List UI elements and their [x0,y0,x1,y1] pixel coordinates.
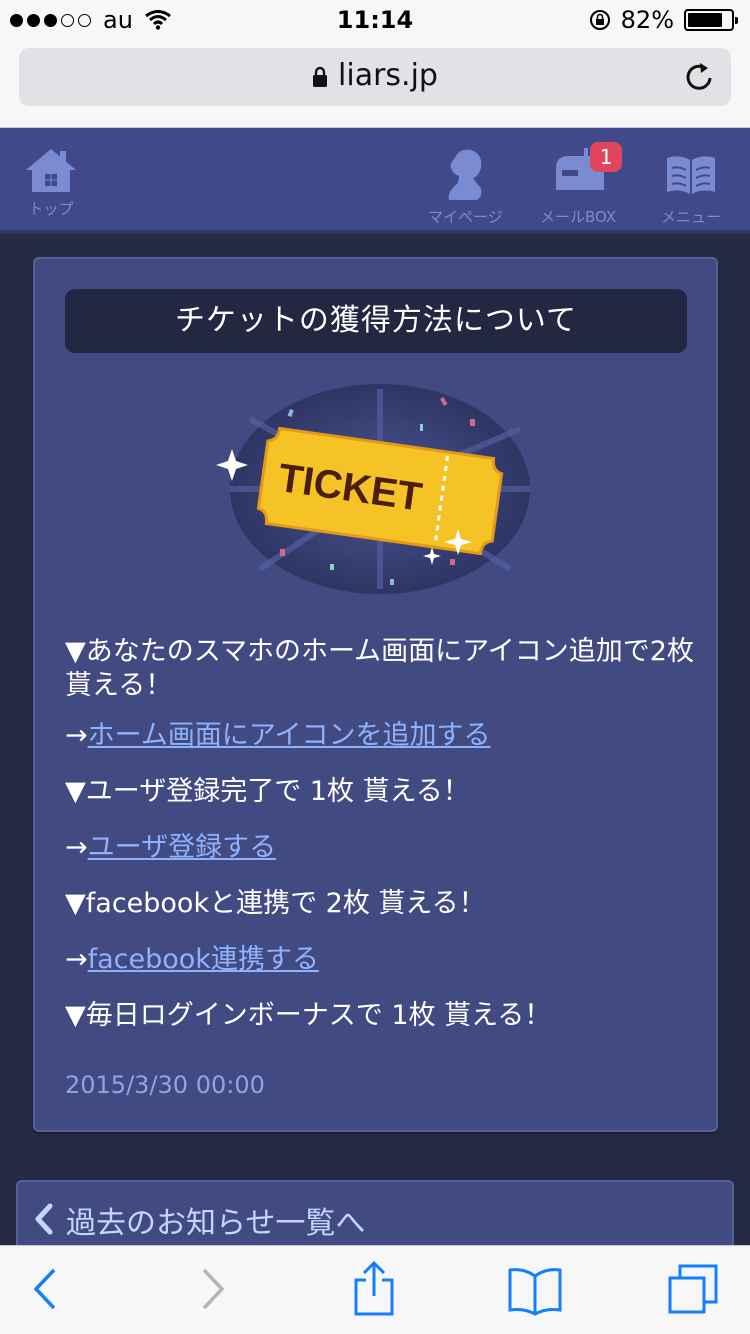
nav-mailbox[interactable]: メールBOX 1 [540,142,623,227]
instruction-daily-login: ▼毎日ログインボーナスで 1枚 貰える！ [65,1000,552,1031]
arrow-text: → [65,944,88,975]
post-date: 2015/3/30 00:00 [65,1071,265,1099]
lock-icon [313,66,328,87]
nav-mypage-label: マイページ [428,208,503,226]
chevron-left-icon [35,1203,53,1235]
bookmarks-icon[interactable] [506,1266,564,1316]
notice-title: チケットの獲得方法について [65,289,687,353]
browser-toolbar [0,1245,750,1334]
past-notices-label: 過去のお知らせ一覧へ [66,1206,366,1241]
url-text: liars.jp [338,58,438,93]
nav-top-label: トップ [28,200,74,218]
add-home-icon-link[interactable]: ホーム画面にアイコンを追加する [88,720,491,751]
ticket-image: TICKET [216,384,530,594]
book-icon [667,156,715,194]
url-display[interactable]: liars.jp [19,58,731,93]
nav-menu-label: メニュー [661,208,722,226]
facebook-link[interactable]: facebook連携する [88,944,319,975]
instruction-facebook: ▼facebookと連携で 2枚 貰える！ [65,888,486,919]
register-link[interactable]: ユーザ登録する [88,832,276,863]
arrow-text: → [65,832,88,863]
unread-badge: 1 [590,142,623,172]
address-bar[interactable]: liars.jp [19,48,731,106]
status-right: 82% [589,6,738,34]
battery-icon [684,9,738,31]
status-bar: au 11:14 82% [0,0,750,40]
nav-mailbox-label: メールBOX [540,208,617,226]
link-row-register: →ユーザ登録する [65,831,276,865]
link-row-home: →ホーム画面にアイコンを追加する [65,719,490,753]
forward-icon[interactable] [198,1264,228,1314]
link-row-facebook: →facebook連携する [65,943,319,977]
nav-top[interactable]: トップ [22,146,80,219]
share-icon[interactable] [352,1260,396,1318]
nav-menu[interactable]: メニュー [661,146,721,227]
instruction-register: ▼ユーザ登録完了で 1枚 貰える！ [65,776,470,807]
nav-mypage[interactable]: マイページ [428,146,503,227]
battery-percent: 82% [620,6,674,34]
notice-card: チケットの獲得方法について TICKET ▼あなたのスマホのホーム画面にアイコン… [33,257,718,1132]
tabs-icon[interactable] [666,1262,720,1316]
reload-icon[interactable] [685,60,715,92]
person-icon [449,149,482,200]
home-icon [26,149,76,192]
back-icon[interactable] [30,1264,60,1314]
rotation-lock-icon [589,10,610,30]
site-header: トップ マイページ メールBOX 1 メニュー [0,128,750,234]
browser-address-area: liars.jp [0,40,750,128]
instruction-home-icon: ▼あなたのスマホのホーム画面にアイコン追加で2枚 貰える！ [65,636,694,701]
arrow-text: → [65,720,88,751]
